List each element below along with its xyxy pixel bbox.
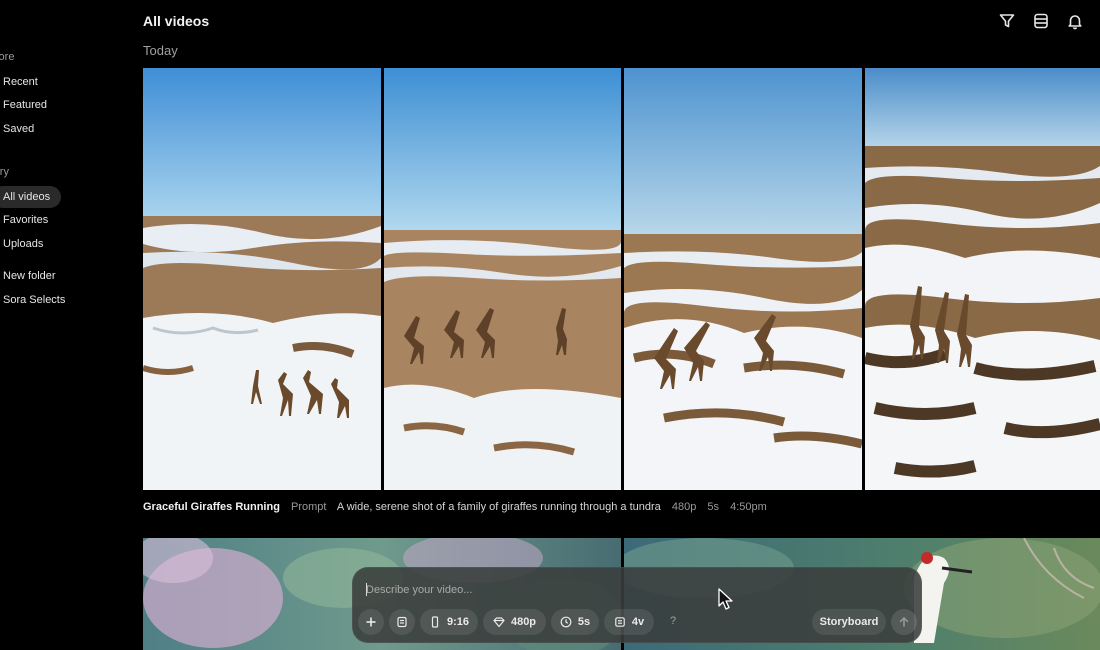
mouse-cursor-icon [718, 588, 733, 610]
aspect-ratio-value: 9:16 [446, 616, 470, 628]
sidebar-item-all-videos[interactable]: All videos [0, 186, 62, 208]
section-label-library: rary [0, 166, 9, 178]
video-caption: Graceful Giraffes Running Prompt A wide,… [143, 501, 775, 513]
prompt-text: A wide, serene shot of a family of giraf… [336, 501, 661, 513]
page-title: All videos [143, 13, 210, 29]
arrow-up-icon [899, 617, 909, 627]
video-title[interactable]: Graceful Giraffes Running [143, 501, 280, 513]
add-button[interactable] [358, 609, 384, 635]
resolution-button[interactable]: 480p [483, 609, 546, 635]
video-thumbnail-3[interactable] [624, 68, 862, 490]
video-time: 4:50pm [730, 501, 767, 513]
filter-icon[interactable] [998, 12, 1016, 30]
variations-button[interactable]: 4v [604, 609, 654, 635]
send-button[interactable] [891, 609, 917, 635]
prompt-composer: 9:16 480p 5s 4v ? Storyboard [352, 567, 922, 643]
duration-button[interactable]: 5s [551, 609, 599, 635]
video-thumbnail-1[interactable] [143, 68, 381, 490]
plus-icon [366, 617, 376, 627]
sidebar-item-favorites[interactable]: Favorites [0, 209, 59, 231]
sidebar-item-recent[interactable]: Recent [0, 71, 49, 93]
diamond-icon [493, 617, 505, 628]
clock-icon [560, 616, 572, 628]
video-thumbnail-2[interactable] [384, 68, 621, 490]
video-duration: 5s [707, 501, 720, 513]
sidebar-item-sora-selects[interactable]: Sora Selects [0, 289, 76, 311]
sidebar-item-saved[interactable]: Saved [0, 118, 45, 140]
preset-button[interactable] [389, 609, 415, 635]
aspect-ratio-button[interactable]: 9:16 [420, 609, 478, 635]
resolution-value: 480p [510, 616, 537, 628]
date-group-header: Today [143, 43, 178, 58]
storyboard-button[interactable]: Storyboard [812, 609, 886, 635]
list-view-icon[interactable] [1032, 12, 1050, 30]
variations-value: 4v [631, 616, 645, 628]
sidebar-item-new-folder[interactable]: New folder [0, 265, 67, 287]
duration-value: 5s [577, 616, 591, 628]
sidebar: plore Recent Featured Saved rary All vid… [0, 0, 135, 650]
help-icon[interactable]: ? [665, 613, 681, 629]
storyboard-label: Storyboard [819, 616, 879, 628]
prompt-label: Prompt [290, 501, 327, 513]
sidebar-item-uploads[interactable]: Uploads [0, 233, 54, 255]
sidebar-item-featured[interactable]: Featured [0, 94, 58, 116]
phone-portrait-icon [431, 616, 439, 628]
document-icon [397, 616, 407, 628]
stack-icon [615, 617, 625, 627]
video-thumbnail-4[interactable] [865, 68, 1100, 490]
section-label-explore: plore [0, 51, 15, 63]
bell-icon[interactable] [1066, 12, 1084, 30]
describe-video-input[interactable] [366, 581, 906, 599]
video-resolution: 480p [671, 501, 697, 513]
